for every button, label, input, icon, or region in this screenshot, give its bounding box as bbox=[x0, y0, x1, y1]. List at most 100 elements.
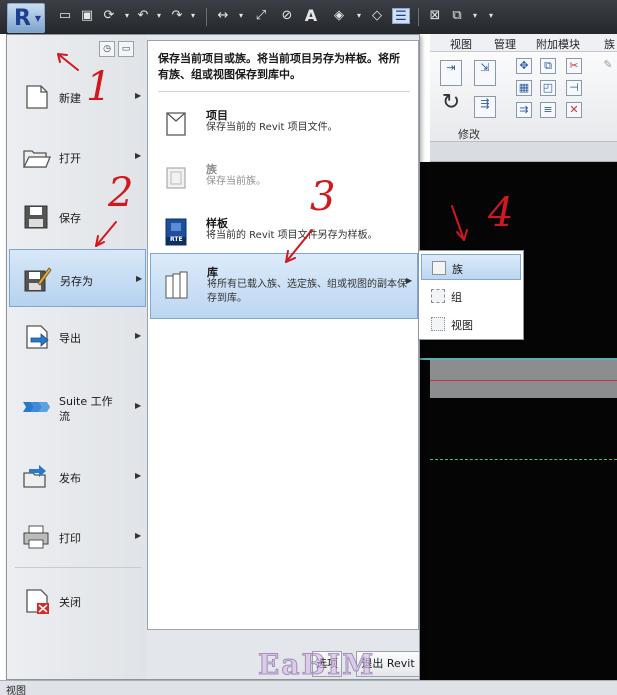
chevron-down-icon[interactable]: ▾ bbox=[232, 8, 250, 24]
view-small-icon bbox=[431, 317, 445, 331]
application-menu-button[interactable]: R ▼ bbox=[7, 3, 45, 33]
flyout-item-view[interactable]: 视图 bbox=[421, 311, 521, 337]
submenu-item-description: 保存当前的 Revit 项目文件。 bbox=[206, 122, 338, 133]
chevron-right-icon: ▶ bbox=[135, 151, 142, 160]
menu-item-print[interactable]: 打印 ▶ bbox=[9, 511, 146, 563]
printer-icon bbox=[23, 525, 49, 549]
submenu-header: 保存当前项目或族。将当前项目另存为样板。将所有族、组或视图保存到库中。 bbox=[158, 52, 400, 81]
paint-icon[interactable]: ✎ bbox=[600, 58, 616, 74]
open-folder-icon[interactable]: ▭ bbox=[56, 8, 74, 24]
recent-documents-icon[interactable]: ◷ bbox=[99, 41, 115, 57]
toolbar-separator bbox=[206, 8, 207, 26]
tab-manage[interactable]: 管理 bbox=[494, 36, 516, 52]
menu-item-suite-workflow[interactable]: Suite 工作流 ▶ bbox=[9, 381, 146, 433]
trim-icon[interactable]: ✂ bbox=[566, 58, 582, 74]
annotation-number: 4 bbox=[488, 190, 514, 236]
close-document-icon bbox=[26, 589, 49, 614]
menu-item-new[interactable]: 新建 ▶ bbox=[9, 71, 146, 123]
split-icon[interactable]: ⇉ bbox=[516, 102, 532, 118]
chevron-right-icon: ▶ bbox=[136, 274, 143, 283]
menu-item-label: 发布 bbox=[59, 472, 81, 485]
options-bar bbox=[430, 142, 617, 162]
annotation-number: 1 bbox=[86, 64, 112, 110]
tag-icon[interactable]: ⊘ bbox=[278, 8, 296, 24]
menu-item-close[interactable]: 关闭 bbox=[9, 575, 146, 627]
template-icon-text: RTE bbox=[170, 236, 183, 243]
chevron-right-icon: ▶ bbox=[135, 471, 142, 480]
family-icon bbox=[166, 167, 186, 189]
application-menu-list: ◷ ▭ 新建 ▶ 打开 ▶ 保存 另存为 ▶ 导出 ▶ Suite 工作流 ▶ … bbox=[7, 35, 147, 679]
application-menu: ◷ ▭ 新建 ▶ 打开 ▶ 保存 另存为 ▶ 导出 ▶ Suite 工作流 ▶ … bbox=[6, 34, 420, 680]
submenu-item-description: 将所有已载入族、选定族、组或视图的副本保存到库。 bbox=[207, 279, 407, 304]
array-icon[interactable]: ▦ bbox=[516, 80, 532, 96]
aligned-dimension-icon[interactable]: ⤢ bbox=[252, 8, 270, 24]
library-flyout: 族 组 视图 bbox=[418, 250, 524, 340]
chevron-right-icon: ▶ bbox=[406, 276, 413, 285]
mirror-icon[interactable]: ⇶ bbox=[474, 96, 496, 118]
canvas-line bbox=[430, 380, 617, 381]
ribbon-tab-bar: 视图 管理 附加模块 族 bbox=[430, 34, 617, 52]
menu-item-label: 打印 bbox=[59, 532, 81, 545]
menu-item-label: 新建 bbox=[59, 92, 81, 105]
offset-icon[interactable]: ⇲ bbox=[474, 60, 496, 86]
tab-view[interactable]: 视图 bbox=[450, 36, 472, 52]
chevron-right-icon: ▶ bbox=[135, 401, 142, 410]
menu-item-label: Suite 工作流 bbox=[59, 395, 113, 423]
menu-item-save-as[interactable]: 另存为 ▶ bbox=[9, 249, 146, 307]
pin-icon[interactable]: ⊣ bbox=[566, 80, 582, 96]
submenu-item-family[interactable]: 族 保存当前族。 bbox=[150, 153, 418, 205]
3d-view-icon[interactable]: ◈ bbox=[330, 8, 348, 24]
move-icon[interactable]: ✥ bbox=[516, 58, 532, 74]
submenu-item-description: 将当前的 Revit 项目文件另存为样板。 bbox=[206, 230, 378, 241]
menu-separator bbox=[15, 567, 141, 568]
tab-add-ins[interactable]: 附加模块 bbox=[536, 36, 580, 52]
revit-logo-icon: R bbox=[14, 6, 31, 31]
flyout-item-label: 族 bbox=[452, 263, 463, 276]
open-folder-icon bbox=[22, 150, 51, 168]
sync-icon[interactable]: ⟳ bbox=[100, 8, 118, 24]
ribbon-panel-label: 修改 bbox=[458, 128, 480, 141]
customize-toolbar-icon[interactable]: ▾ bbox=[482, 8, 500, 24]
delete-icon[interactable]: ✕ bbox=[566, 102, 582, 118]
flyout-item-family[interactable]: 族 bbox=[421, 254, 521, 280]
tab-family[interactable]: 族 bbox=[604, 36, 615, 52]
canvas-line bbox=[430, 459, 617, 460]
chevron-down-icon[interactable]: ▾ bbox=[350, 8, 368, 24]
submenu-item-library[interactable]: 库 将所有已载入族、选定族、组或视图的副本保存到库。 ▶ bbox=[150, 253, 418, 319]
unpin-icon[interactable]: ≡ bbox=[540, 102, 556, 118]
measure-icon[interactable]: ↔ bbox=[214, 8, 232, 24]
drawing-canvas[interactable] bbox=[418, 162, 617, 695]
family-small-icon bbox=[432, 261, 446, 275]
chevron-down-icon[interactable]: ▾ bbox=[150, 8, 168, 24]
publish-icon bbox=[23, 465, 46, 488]
thin-lines-icon[interactable]: ☰ bbox=[392, 8, 410, 24]
submenu-item-project[interactable]: 项目 保存当前的 Revit 项目文件。 bbox=[150, 99, 418, 151]
text-icon[interactable]: A bbox=[302, 8, 320, 24]
chevron-down-icon[interactable]: ▾ bbox=[184, 8, 202, 24]
switch-windows-icon[interactable]: ⧉ bbox=[448, 8, 466, 24]
save-disk-icon[interactable]: ▣ bbox=[78, 8, 96, 24]
watermark-logo: EaBIM bbox=[257, 648, 376, 682]
open-documents-icon[interactable]: ▭ bbox=[118, 41, 134, 57]
menu-item-export[interactable]: 导出 ▶ bbox=[9, 311, 146, 363]
copy-icon[interactable]: ⧉ bbox=[540, 58, 556, 74]
submenu-separator bbox=[158, 91, 410, 92]
align-icon[interactable]: ⇥ bbox=[440, 60, 462, 86]
menu-item-publish[interactable]: 发布 ▶ bbox=[9, 451, 146, 503]
rotate-icon[interactable]: ↻ bbox=[440, 92, 462, 120]
chevron-down-icon: ▼ bbox=[34, 14, 41, 23]
submenu-item-description: 保存当前族。 bbox=[206, 176, 266, 187]
chevron-right-icon: ▶ bbox=[135, 91, 142, 100]
quick-access-toolbar: R ▼ ▭ ▣ ⟳ ▾ ↶ ▾ ↷ ▾ ↔ ▾ ⤢ ⊘ A ◈ ▾ ◇ ☰ ⊠ … bbox=[0, 0, 617, 34]
save-as-submenu: 保存当前项目或族。将当前项目另存为样板。将所有族、组或视图保存到库中。 项目 保… bbox=[147, 40, 420, 677]
export-icon bbox=[26, 325, 49, 349]
flyout-item-group[interactable]: 组 bbox=[421, 283, 521, 309]
recent-documents-toolbar: ◷ ▭ bbox=[99, 41, 137, 57]
status-text: 视图 bbox=[6, 686, 26, 695]
section-icon[interactable]: ◇ bbox=[368, 8, 386, 24]
scale-icon[interactable]: ◰ bbox=[540, 80, 556, 96]
menu-item-label: 另存为 bbox=[60, 275, 93, 288]
canvas-element bbox=[430, 360, 617, 398]
submenu-item-template[interactable]: RTE 样板 将当前的 Revit 项目文件另存为样板。 bbox=[150, 207, 418, 259]
close-hidden-windows-icon[interactable]: ⊠ bbox=[426, 8, 444, 24]
